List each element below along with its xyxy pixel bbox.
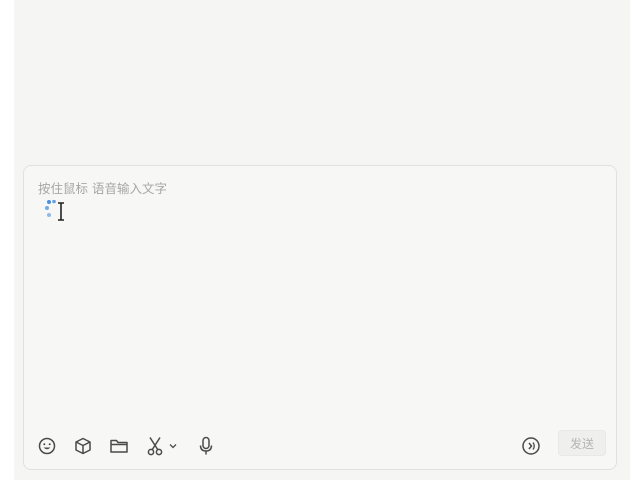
emoji-icon <box>38 437 56 455</box>
screenshot-options-button[interactable] <box>166 435 180 457</box>
text-cursor-icon <box>58 202 64 221</box>
scissors-icon <box>146 436 164 456</box>
voice-message-button[interactable] <box>520 435 542 457</box>
composer-toolbar: 发送 <box>24 423 618 469</box>
audio-icon <box>521 436 541 456</box>
message-input[interactable]: 按住鼠标 语音输入文字 <box>38 178 598 418</box>
chat-window: 按住鼠标 语音输入文字 发送 <box>14 0 630 480</box>
voice-input-button[interactable] <box>195 435 217 457</box>
cube-icon <box>74 437 92 455</box>
send-button[interactable]: 发送 <box>558 430 606 456</box>
microphone-icon <box>198 436 214 456</box>
recording-spinner-icon <box>44 199 68 226</box>
folder-icon <box>109 437 129 455</box>
chevron-down-icon <box>169 443 177 449</box>
message-composer: 按住鼠标 语音输入文字 发送 <box>23 165 617 470</box>
emoji-button[interactable] <box>36 435 58 457</box>
file-button[interactable] <box>108 435 130 457</box>
sticker-button[interactable] <box>72 435 94 457</box>
screenshot-button[interactable] <box>144 435 166 457</box>
message-area <box>14 0 630 160</box>
input-placeholder: 按住鼠标 语音输入文字 <box>38 181 167 196</box>
